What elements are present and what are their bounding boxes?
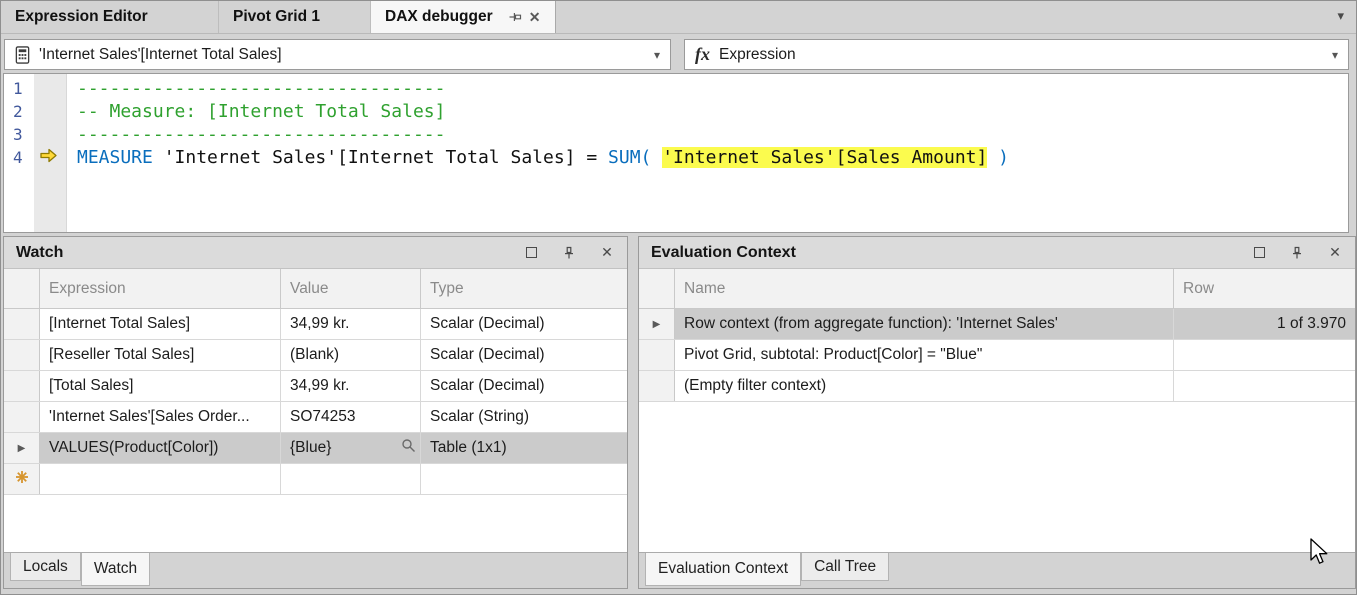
watch-row[interactable]: [Total Sales] 34,99 kr. Scalar (Decimal) — [4, 371, 627, 402]
tab-call-tree[interactable]: Call Tree — [801, 553, 889, 581]
row-header-cell — [639, 269, 675, 308]
watch-row[interactable]: [Internet Total Sales] 34,99 kr. Scalar … — [4, 309, 627, 340]
pin-icon[interactable] — [561, 245, 577, 261]
new-row-star-icon — [15, 470, 29, 489]
evaluation-panel-tabstrip: Evaluation Context Call Tree — [639, 552, 1355, 588]
line-number: 3 — [4, 123, 34, 146]
close-icon[interactable]: ✕ — [525, 7, 545, 27]
evaluation-context-titlebar: Evaluation Context ✕ — [639, 237, 1355, 269]
highlighted-expression: 'Internet Sales'[Sales Amount] — [662, 147, 987, 168]
line-number: 4 — [4, 146, 34, 169]
column-header-row[interactable]: Row — [1174, 269, 1355, 308]
selector-row: 'Internet Sales'[Internet Total Sales] ▾… — [1, 34, 1356, 73]
watch-row-selected[interactable]: ▶ VALUES(Product[Color]) {Blue} Table (1… — [4, 433, 627, 464]
code-line-2: -- Measure: [Internet Total Sales] — [77, 100, 1348, 123]
watch-header-row: Expression Value Type — [4, 269, 627, 309]
tab-label: Pivot Grid 1 — [233, 8, 320, 26]
code-line-1: ---------------------------------- — [77, 77, 1348, 100]
row-header-cell — [4, 269, 40, 308]
maximize-icon[interactable] — [1251, 245, 1267, 261]
tab-dax-debugger[interactable]: DAX debugger ✕ — [371, 1, 556, 33]
expression-selector-value: Expression — [719, 46, 796, 64]
chevron-down-icon[interactable]: ▾ — [1332, 48, 1338, 62]
evaluation-header-row: Name Row — [639, 269, 1355, 309]
document-tabstrip: Expression Editor Pivot Grid 1 DAX debug… — [1, 1, 1356, 34]
chevron-down-icon[interactable]: ▾ — [654, 48, 660, 62]
magnifier-icon[interactable] — [401, 438, 416, 458]
tab-expression-editor[interactable]: Expression Editor — [1, 1, 219, 33]
pin-icon[interactable] — [1289, 245, 1305, 261]
maximize-icon[interactable] — [523, 245, 539, 261]
watch-new-row[interactable] — [4, 464, 627, 495]
calculator-icon — [14, 45, 31, 65]
breakpoint-margin[interactable] — [34, 74, 67, 232]
evaluation-row[interactable]: Pivot Grid, subtotal: Product[Color] = "… — [639, 340, 1355, 371]
tab-evaluation-context[interactable]: Evaluation Context — [645, 553, 801, 586]
watch-row[interactable]: [Reseller Total Sales] (Blank) Scalar (D… — [4, 340, 627, 371]
evaluation-row-selected[interactable]: ▶ Row context (from aggregate function):… — [639, 309, 1355, 340]
watch-panel: Watch ✕ Expression Value Type [Inte — [3, 236, 628, 589]
close-icon[interactable]: ✕ — [1327, 245, 1343, 261]
current-line-arrow-icon — [39, 147, 58, 169]
watch-row[interactable]: 'Internet Sales'[Sales Order... SO74253 … — [4, 402, 627, 433]
pin-icon[interactable] — [505, 7, 525, 27]
mouse-cursor-icon — [1309, 538, 1333, 573]
current-row-indicator-icon: ▶ — [18, 443, 26, 454]
evaluation-context-grid: Name Row ▶ Row context (from aggregate f… — [639, 269, 1355, 552]
column-header-name[interactable]: Name — [675, 269, 1174, 308]
watch-titlebar: Watch ✕ — [4, 237, 627, 269]
tab-overflow-chevron-icon[interactable]: ▾ — [1337, 8, 1344, 24]
tab-pivot-grid-1[interactable]: Pivot Grid 1 — [219, 1, 371, 33]
measure-selector-combobox[interactable]: 'Internet Sales'[Internet Total Sales] ▾ — [4, 39, 671, 70]
close-icon[interactable]: ✕ — [599, 245, 615, 261]
panel-title: Watch — [16, 244, 63, 262]
evaluation-row[interactable]: (Empty filter context) — [639, 371, 1355, 402]
column-header-type[interactable]: Type — [421, 269, 627, 308]
code-area[interactable]: ---------------------------------- -- Me… — [67, 74, 1348, 232]
line-number: 1 — [4, 77, 34, 100]
tab-label: Expression Editor — [15, 8, 148, 26]
code-line-4: MEASURE 'Internet Sales'[Internet Total … — [77, 146, 1348, 169]
dax-code-editor[interactable]: 1 2 3 4 --------------------------------… — [3, 73, 1349, 233]
line-number-gutter: 1 2 3 4 — [4, 74, 34, 232]
panel-title: Evaluation Context — [651, 244, 796, 262]
current-row-indicator-icon: ▶ — [653, 319, 661, 330]
tab-locals[interactable]: Locals — [10, 553, 81, 581]
tab-watch[interactable]: Watch — [81, 553, 150, 586]
column-header-expression[interactable]: Expression — [40, 269, 281, 308]
column-header-value[interactable]: Value — [281, 269, 421, 308]
evaluation-context-panel: Evaluation Context ✕ Name Row ▶ — [638, 236, 1356, 589]
watch-grid: Expression Value Type [Internet Total Sa… — [4, 269, 627, 552]
fx-icon: fx — [695, 44, 710, 65]
tab-label: DAX debugger — [385, 8, 493, 26]
code-line-3: ---------------------------------- — [77, 123, 1348, 146]
line-number: 2 — [4, 100, 34, 123]
watch-panel-tabstrip: Locals Watch — [4, 552, 627, 588]
expression-selector-combobox[interactable]: fx Expression ▾ — [684, 39, 1349, 70]
measure-selector-value: 'Internet Sales'[Internet Total Sales] — [39, 46, 282, 64]
dax-debugger-window: Expression Editor Pivot Grid 1 DAX debug… — [0, 0, 1357, 595]
